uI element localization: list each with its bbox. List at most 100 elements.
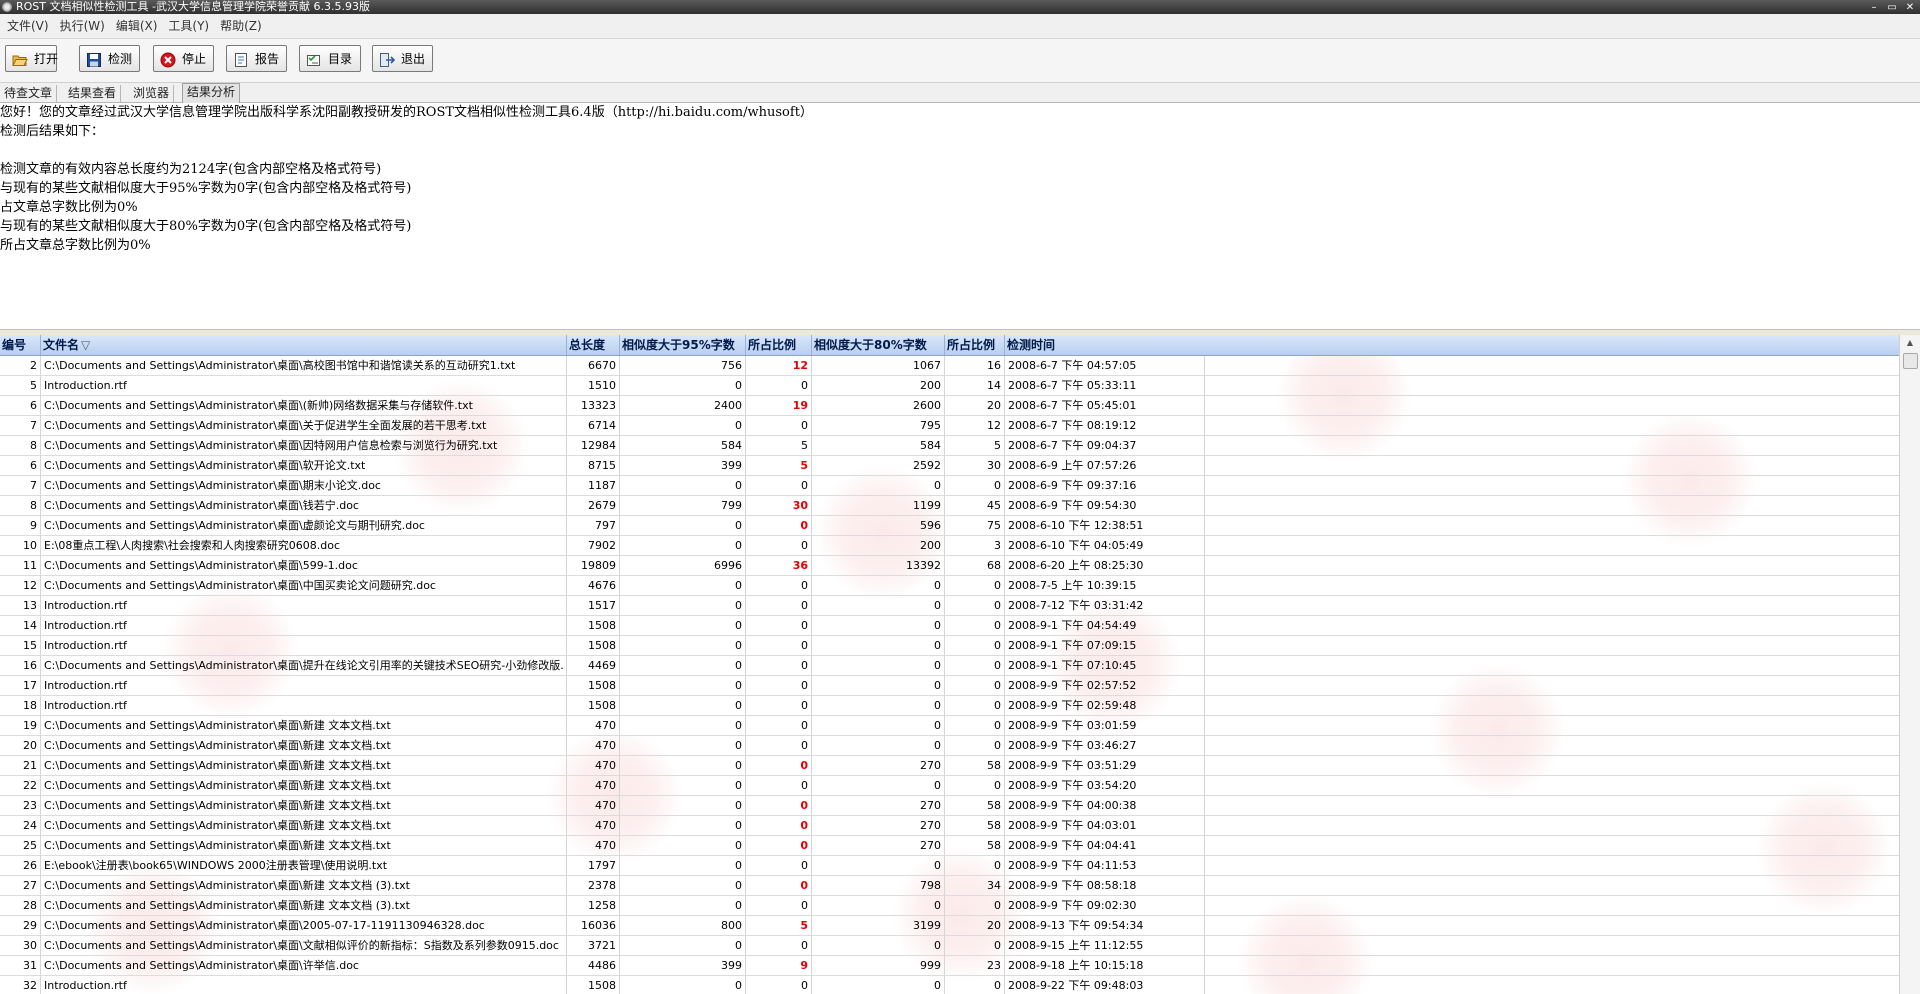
table-row[interactable]: 2 C:\Documents and Settings\Administrator… <box>0 356 1900 376</box>
tab-browser[interactable]: 浏览器 <box>129 85 175 102</box>
cell-check-time: 2008-6-9 上午 07:57:26 <box>1005 456 1205 475</box>
menu-tools[interactable]: 工具(Y) <box>161 14 213 38</box>
cell-sim95-ratio: 0 <box>746 976 812 994</box>
cell-sim80-ratio: 58 <box>945 836 1005 855</box>
cell-sim95-words: 0 <box>620 616 746 635</box>
cell-check-time: 2008-9-9 下午 04:03:01 <box>1005 816 1205 835</box>
table-row[interactable]: 8 C:\Documents and Settings\Administrator… <box>0 436 1900 456</box>
open-button[interactable]: 打开 <box>5 45 58 72</box>
table-row[interactable]: 17 Introduction.rtf 1508 0 0 0 0 2008-9-9 下午 02… <box>0 676 1900 696</box>
table-row[interactable]: 16 C:\Documents and Settings\Administrato… <box>0 656 1900 676</box>
table-row[interactable]: 14 Introduction.rtf 1508 0 0 0 0 2008-9-1 下午 04… <box>0 616 1900 636</box>
table-row[interactable]: 10 E:\08重点工程\人肉搜索\社会搜索和人肉搜索研究0608.doc 7902… <box>0 536 1900 556</box>
table-row[interactable]: 23 C:\Documents and Settings\Administrato… <box>0 796 1900 816</box>
menu-edit[interactable]: 编辑(X) <box>109 14 162 38</box>
table-row[interactable]: 7 C:\Documents and Settings\Administrator… <box>0 476 1900 496</box>
cell-total-length: 470 <box>567 816 620 835</box>
menu-execute[interactable]: 执行(W) <box>53 14 109 38</box>
floppy-icon <box>86 52 102 68</box>
menu-help[interactable]: 帮助(Z) <box>213 14 266 38</box>
minimize-button[interactable]: – <box>1866 2 1882 14</box>
cell-total-length: 470 <box>567 776 620 795</box>
cell-sim95-words: 799 <box>620 496 746 515</box>
cell-filename: Introduction.rtf <box>41 976 567 994</box>
tab-results-analysis[interactable]: 结果分析 <box>182 83 241 103</box>
detect-button[interactable]: 检测 <box>79 45 140 72</box>
table-row[interactable]: 6 C:\Documents and Settings\Administrator… <box>0 456 1900 476</box>
tab-results-view[interactable]: 结果查看 <box>64 85 122 102</box>
column-header-sim80-words[interactable]: 相似度大于80%字数 <box>812 335 945 355</box>
table-row[interactable]: 32 Introduction.rtf 1508 0 0 0 0 2008-9-22 下午 0… <box>0 976 1900 994</box>
cell-check-time: 2008-9-9 下午 03:51:29 <box>1005 756 1205 775</box>
exit-button[interactable]: 退出 <box>372 45 433 72</box>
table-row[interactable]: 8 C:\Documents and Settings\Administrator… <box>0 496 1900 516</box>
table-row[interactable]: 31 C:\Documents and Settings\Administrato… <box>0 956 1900 976</box>
column-header-total-length[interactable]: 总长度 <box>567 335 620 355</box>
vertical-scrollbar[interactable]: ▲ <box>1899 335 1920 994</box>
table-row[interactable]: 13 Introduction.rtf 1517 0 0 0 0 2008-7-12 下午 0… <box>0 596 1900 616</box>
table-row[interactable]: 9 C:\Documents and Settings\Administrator… <box>0 516 1900 536</box>
maximize-button[interactable]: ▭ <box>1884 2 1900 14</box>
cell-total-length: 1258 <box>567 896 620 915</box>
result-text-area[interactable]: 您好！您的文章经过武汉大学信息管理学院出版科学系沈阳副教授研发的ROST文档相似… <box>0 103 1920 330</box>
cell-check-time: 2008-6-7 下午 09:04:37 <box>1005 436 1205 455</box>
stop-button[interactable]: 停止 <box>153 45 214 72</box>
table-row[interactable]: 26 E:\ebook\注册表\book65\WINDOWS 2000注册表管理\… <box>0 856 1900 876</box>
column-header-id[interactable]: 编号 <box>0 335 41 355</box>
column-header-check-time[interactable]: 检测时间 <box>1005 335 1900 355</box>
cell-sim80-ratio: 45 <box>945 496 1005 515</box>
catalog-button[interactable]: 目录 <box>299 45 361 72</box>
cell-sim95-words: 0 <box>620 696 746 715</box>
cell-sim80-ratio: 0 <box>945 476 1005 495</box>
report-button[interactable]: 报告 <box>226 45 287 72</box>
table-row[interactable]: 28 C:\Documents and Settings\Administrato… <box>0 896 1900 916</box>
cell-id: 27 <box>0 876 41 895</box>
cell-id: 28 <box>0 896 41 915</box>
cell-sim80-ratio: 0 <box>945 936 1005 955</box>
menu-file[interactable]: 文件(V) <box>0 14 53 38</box>
column-header-sim95-ratio[interactable]: 所占比例 <box>746 335 812 355</box>
scrollbar-thumb[interactable] <box>1903 353 1918 369</box>
table-row[interactable]: 27 C:\Documents and Settings\Administrato… <box>0 876 1900 896</box>
cell-sim95-words: 399 <box>620 456 746 475</box>
table-row[interactable]: 5 Introduction.rtf 1510 0 0 200 14 2008-6-7 下午 … <box>0 376 1900 396</box>
table-row[interactable]: 22 C:\Documents and Settings\Administrato… <box>0 776 1900 796</box>
table-row[interactable]: 20 C:\Documents and Settings\Administrato… <box>0 736 1900 756</box>
cell-sim95-ratio: 0 <box>746 716 812 735</box>
table-row[interactable]: 19 C:\Documents and Settings\Administrato… <box>0 716 1900 736</box>
scroll-up-icon[interactable]: ▲ <box>1900 335 1920 351</box>
cell-total-length: 1187 <box>567 476 620 495</box>
stop-button-label: 停止 <box>182 52 207 66</box>
cell-sim80-words: 13392 <box>812 556 945 575</box>
cell-total-length: 470 <box>567 736 620 755</box>
table-row[interactable]: 25 C:\Documents and Settings\Administrato… <box>0 836 1900 856</box>
cell-total-length: 6670 <box>567 356 620 375</box>
cell-total-length: 1508 <box>567 676 620 695</box>
close-button[interactable]: ✕ <box>1902 2 1918 14</box>
table-row[interactable]: 21 C:\Documents and Settings\Administrato… <box>0 756 1900 776</box>
cell-sim95-ratio: 5 <box>746 436 812 455</box>
cell-id: 7 <box>0 416 41 435</box>
table-row[interactable]: 7 C:\Documents and Settings\Administrator… <box>0 416 1900 436</box>
table-row[interactable]: 18 Introduction.rtf 1508 0 0 0 0 2008-9-9 下午 02… <box>0 696 1900 716</box>
table-row[interactable]: 12 C:\Documents and Settings\Administrato… <box>0 576 1900 596</box>
cell-sim80-ratio: 34 <box>945 876 1005 895</box>
cell-filename: C:\Documents and Settings\Administrator\… <box>41 396 567 415</box>
table-row[interactable]: 29 C:\Documents and Settings\Administrato… <box>0 916 1900 936</box>
cell-check-time: 2008-9-9 下午 03:01:59 <box>1005 716 1205 735</box>
column-header-filename[interactable]: 文件名 ▽ <box>41 335 567 355</box>
table-row[interactable]: 6 C:\Documents and Settings\Administrator… <box>0 396 1900 416</box>
cell-sim95-ratio: 0 <box>746 776 812 795</box>
column-header-sim80-ratio[interactable]: 所占比例 <box>945 335 1005 355</box>
table-row[interactable]: 30 C:\Documents and Settings\Administrato… <box>0 936 1900 956</box>
column-header-sim95-words[interactable]: 相似度大于95%字数 <box>620 335 746 355</box>
cell-sim80-words: 3199 <box>812 916 945 935</box>
table-row[interactable]: 15 Introduction.rtf 1508 0 0 0 0 2008-9-1 下午 07… <box>0 636 1900 656</box>
tab-pending[interactable]: 待查文章 <box>0 85 58 102</box>
cell-filename: C:\Documents and Settings\Administrator\… <box>41 356 567 375</box>
table-row[interactable]: 24 C:\Documents and Settings\Administrato… <box>0 816 1900 836</box>
table-header: 编号 文件名 ▽ 总长度 相似度大于95%字数 所占比例 相似度大于80%字数 所… <box>0 335 1900 356</box>
cell-sim80-words: 270 <box>812 796 945 815</box>
table-row[interactable]: 11 C:\Documents and Settings\Administrato… <box>0 556 1900 576</box>
cell-check-time: 2008-6-10 下午 12:38:51 <box>1005 516 1205 535</box>
